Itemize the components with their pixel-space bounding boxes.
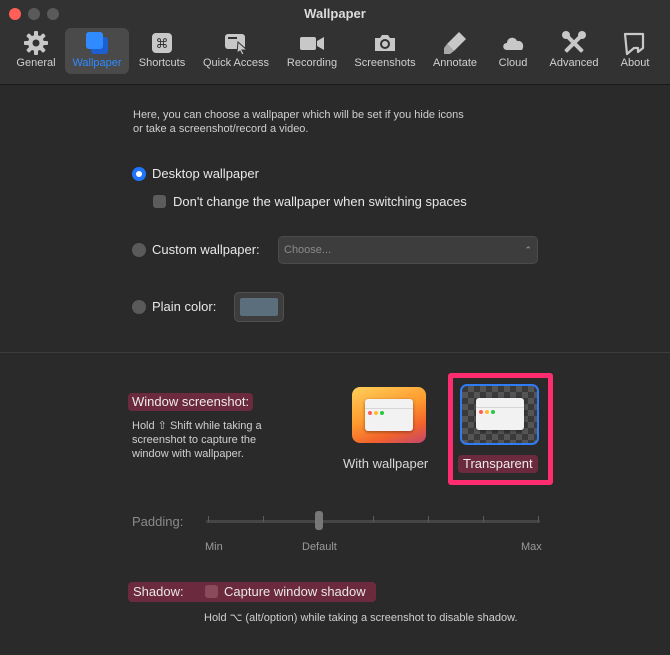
svg-text:⌘: ⌘ — [156, 37, 169, 52]
slider-min-label: Min — [205, 541, 223, 553]
custom-wallpaper-radio[interactable] — [132, 243, 146, 257]
intro-line: or take a screenshot/record a video. — [133, 123, 309, 135]
slider-tick — [208, 516, 209, 522]
command-key-icon: ⌘ — [152, 33, 172, 53]
slider-tick — [428, 516, 429, 522]
plain-color-label: Plain color: — [152, 299, 217, 314]
tab-advanced[interactable]: Advanced — [544, 28, 604, 74]
tab-general[interactable]: General — [10, 28, 62, 74]
desc-line: Hold ⇧ Shift while taking a — [132, 420, 262, 432]
dont-change-label: Don't change the wallpaper when switchin… — [173, 194, 467, 209]
custom-wallpaper-select[interactable]: Choose... ⌃ — [278, 236, 538, 264]
padding-label: Padding: — [132, 514, 184, 529]
desktop-wallpaper-radio[interactable] — [132, 167, 146, 181]
tab-quick-access[interactable]: Quick Access — [198, 28, 274, 74]
tab-label: Cloud — [498, 57, 528, 69]
padding-slider-knob[interactable] — [315, 511, 323, 530]
slider-tick — [373, 516, 374, 522]
desc-line: window with wallpaper. — [132, 448, 244, 460]
tab-label: Shortcuts — [138, 57, 186, 69]
window-screenshot-heading: Window screenshot: — [128, 393, 254, 411]
tab-cloud[interactable]: Cloud — [490, 28, 536, 74]
tab-label: General — [16, 57, 56, 69]
video-camera-icon — [300, 37, 324, 50]
tab-annotate[interactable]: Annotate — [428, 28, 482, 74]
select-placeholder: Choose... — [284, 244, 332, 256]
desc-line: screenshot to capture the — [132, 434, 257, 446]
shadow-note: Hold ⌥ (alt/option) while taking a scree… — [204, 612, 518, 624]
slider-default-label: Default — [302, 541, 337, 553]
info-flag-icon — [623, 32, 645, 56]
camera-icon — [375, 35, 395, 51]
tab-label: Quick Access — [202, 57, 270, 69]
slider-tick — [538, 516, 539, 522]
window-preview — [365, 399, 413, 431]
transparent-option[interactable] — [460, 384, 539, 445]
intro-line: Here, you can choose a wallpaper which w… — [133, 109, 464, 121]
plain-color-radio[interactable] — [132, 300, 146, 314]
desktop-wallpaper-label: Desktop wallpaper — [152, 166, 259, 181]
tab-label: Wallpaper — [72, 57, 122, 69]
color-swatch — [240, 298, 278, 316]
custom-wallpaper-label: Custom wallpaper: — [152, 242, 260, 257]
with-wallpaper-option[interactable] — [352, 387, 426, 443]
tab-label: Advanced — [549, 57, 599, 69]
dont-change-checkbox[interactable] — [153, 195, 166, 208]
slider-tick — [263, 516, 264, 522]
chevron-updown-icon: ⌃ — [524, 245, 532, 255]
transparent-label: Transparent — [458, 455, 538, 473]
tab-screenshots[interactable]: Screenshots — [349, 28, 421, 74]
tab-wallpaper[interactable]: Wallpaper — [65, 28, 129, 74]
tab-label: About — [620, 57, 650, 69]
tab-label: Screenshots — [354, 57, 416, 69]
tab-shortcuts[interactable]: ⌘ Shortcuts — [134, 28, 190, 74]
slider-tick — [483, 516, 484, 522]
gear-icon — [24, 31, 48, 55]
with-wallpaper-label: With wallpaper — [343, 456, 429, 471]
window-screenshot-description: Hold ⇧ Shift while taking a screenshot t… — [132, 419, 292, 461]
capture-shadow-checkbox[interactable] — [205, 585, 218, 598]
tab-label: Recording — [286, 57, 338, 69]
plain-color-well[interactable] — [234, 292, 284, 322]
cloud-icon — [503, 37, 524, 50]
slider-max-label: Max — [521, 541, 542, 553]
tools-icon — [562, 31, 586, 53]
preferences-window: Wallpaper General Wallpaper ⌘ Shortcuts … — [0, 0, 670, 655]
tab-label: Annotate — [432, 57, 478, 69]
marker-icon — [444, 32, 466, 54]
section-divider — [0, 352, 670, 353]
quick-access-icon — [225, 34, 249, 56]
window-title: Wallpaper — [304, 6, 366, 21]
window-preview — [476, 398, 524, 430]
wallpaper-icon — [86, 32, 108, 54]
tab-recording[interactable]: Recording — [281, 28, 343, 74]
wallpaper-panel: Here, you can choose a wallpaper which w… — [0, 85, 670, 655]
intro-text: Here, you can choose a wallpaper which w… — [133, 108, 533, 136]
title-bar: Wallpaper General Wallpaper ⌘ Shortcuts … — [0, 0, 670, 85]
shadow-heading: Shadow: — [133, 584, 184, 599]
capture-shadow-label: Capture window shadow — [224, 584, 366, 599]
tab-about[interactable]: About — [612, 28, 658, 74]
